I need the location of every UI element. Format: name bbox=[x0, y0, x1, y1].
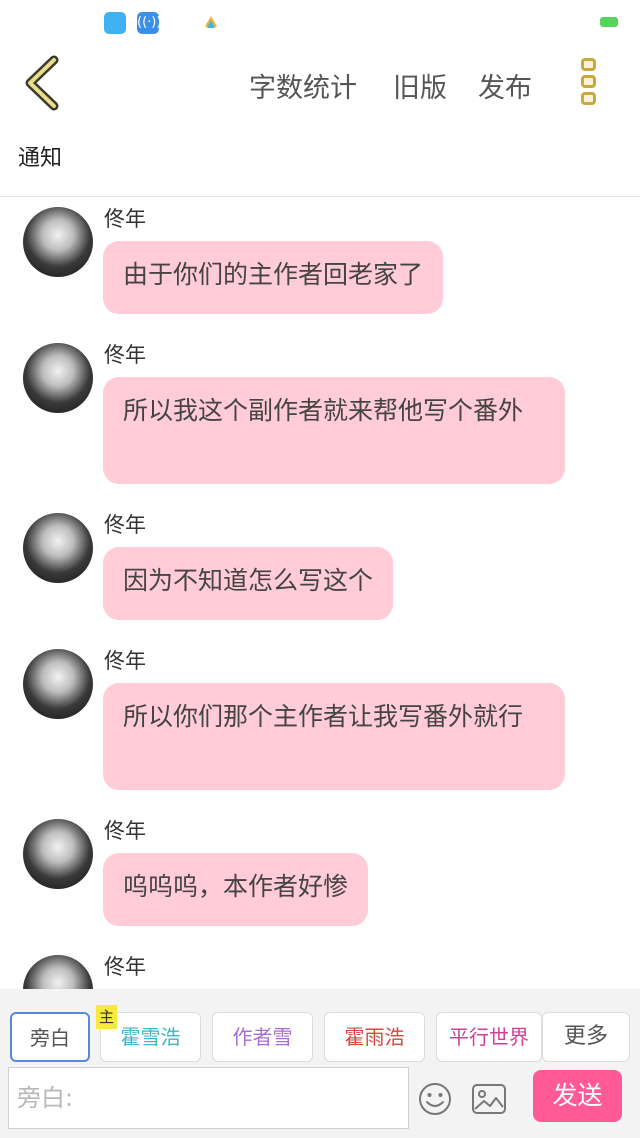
sender-name: 佟年 bbox=[104, 207, 146, 231]
battery-icon bbox=[600, 17, 618, 27]
character-tab[interactable]: 平行世界 bbox=[436, 1012, 542, 1062]
avatar[interactable] bbox=[23, 955, 93, 989]
chat-area[interactable]: 佟年 由于你们的主作者回老家了 佟年 所以我这个副作者就来帮他写个番外 佟年 因… bbox=[0, 197, 640, 989]
avatar[interactable] bbox=[23, 649, 93, 719]
main-character-badge: 主 bbox=[96, 1005, 117, 1029]
app-icon bbox=[104, 12, 126, 34]
sender-name: 佟年 bbox=[104, 649, 146, 673]
notice-label[interactable]: 通知 bbox=[18, 140, 62, 172]
sender-name: 佟年 bbox=[104, 513, 146, 537]
avatar[interactable] bbox=[23, 207, 93, 277]
emoji-icon[interactable] bbox=[418, 1082, 452, 1116]
top-bar: 字数统计 旧版 发布 bbox=[0, 44, 640, 124]
menu-square-icon bbox=[580, 58, 596, 71]
message-bubble[interactable]: 所以我这个副作者就来帮他写个番外 bbox=[103, 377, 565, 484]
word-count-button[interactable]: 字数统计 bbox=[249, 66, 357, 105]
more-menu-button[interactable] bbox=[574, 56, 602, 112]
chevron-left-icon bbox=[25, 55, 59, 111]
message-bubble[interactable]: 呜呜呜，本作者好惨 bbox=[103, 853, 369, 926]
image-icon[interactable] bbox=[471, 1083, 507, 1115]
composer-panel: 旁白 主 霍雪浩 作者雪 霍雨浩 平行世界 更多 旁白: 发送 bbox=[0, 989, 640, 1138]
avatar[interactable] bbox=[23, 513, 93, 583]
status-bar: ((·)) bbox=[0, 0, 640, 44]
back-button[interactable] bbox=[20, 54, 70, 112]
message-bubble[interactable]: 由于你们的主作者回老家了 bbox=[103, 241, 444, 314]
editor-screen: ((·)) 字数统计 旧版 发布 通知 佟年 由于你们的主作者回老家了 佟年 所… bbox=[0, 0, 640, 1138]
message-bubble[interactable]: 所以你们那个主作者让我写番外就行 bbox=[103, 683, 565, 790]
sender-name: 佟年 bbox=[104, 955, 146, 979]
wifi-hotspot-icon: ((·)) bbox=[137, 12, 161, 34]
sender-name: 佟年 bbox=[104, 343, 146, 367]
message-bubble[interactable]: 因为不知道怎么写这个 bbox=[103, 547, 394, 620]
menu-square-icon bbox=[580, 92, 596, 105]
old-version-button[interactable]: 旧版 bbox=[393, 66, 447, 105]
avatar[interactable] bbox=[23, 343, 93, 413]
character-tab[interactable]: 霍雨浩 bbox=[324, 1012, 425, 1062]
more-characters-button[interactable]: 更多 bbox=[542, 1012, 630, 1062]
sender-name: 佟年 bbox=[104, 819, 146, 843]
colorful-app-icon bbox=[204, 16, 218, 28]
character-tab[interactable]: 作者雪 bbox=[212, 1012, 313, 1062]
character-tab-narration[interactable]: 旁白 bbox=[10, 1012, 90, 1062]
avatar[interactable] bbox=[23, 819, 93, 889]
send-button[interactable]: 发送 bbox=[533, 1070, 622, 1122]
menu-square-icon bbox=[580, 75, 596, 88]
publish-button[interactable]: 发布 bbox=[478, 66, 532, 105]
message-input[interactable]: 旁白: bbox=[8, 1067, 409, 1129]
